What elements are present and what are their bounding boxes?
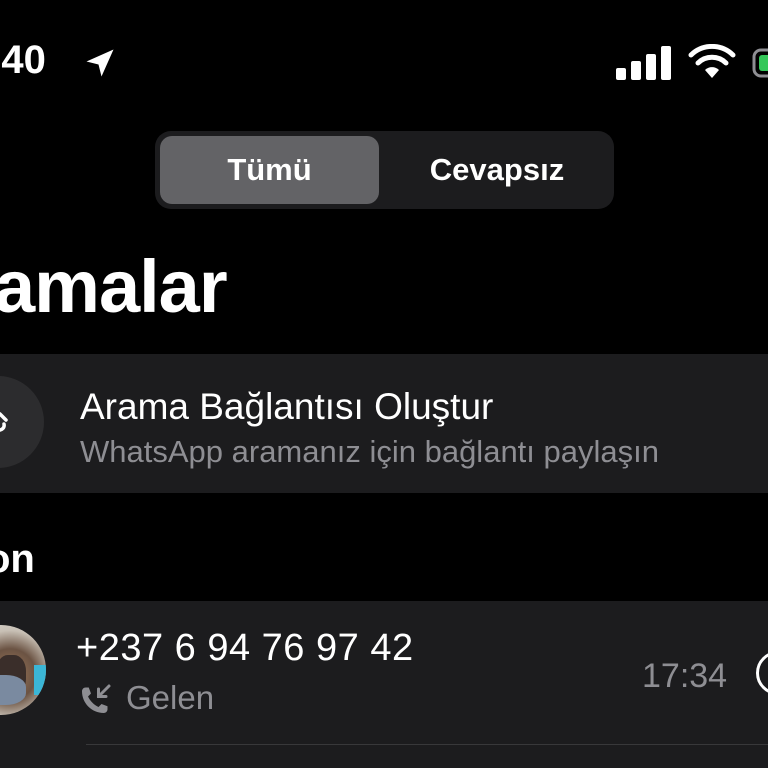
- call-list-item[interactable]: +237 6 94 76 97 42 Gelen 17:34: [0, 601, 768, 768]
- call-timestamp: 17:34: [642, 657, 728, 695]
- create-call-link-row[interactable]: Arama Bağlantısı Oluştur WhatsApp araman…: [0, 354, 768, 493]
- incoming-call-icon: [82, 684, 111, 713]
- call-link-icon-badge: [0, 376, 44, 468]
- status-time: :40: [0, 38, 46, 82]
- call-direction-label: Gelen: [126, 679, 215, 716]
- battery-icon: [752, 48, 768, 78]
- avatar: [0, 625, 46, 715]
- tab-all[interactable]: Tümü: [160, 136, 379, 204]
- location-arrow-icon: [86, 49, 114, 77]
- caller-number: +237 6 94 76 97 42: [76, 627, 414, 669]
- calls-filter-segmented-control: Tümü Cevapsız: [155, 131, 614, 209]
- calls-screen: :40 Tümü Cevapsız amalar Arama Bağlantıs: [0, 0, 768, 768]
- tab-missed[interactable]: Cevapsız: [385, 136, 609, 204]
- wifi-icon: [688, 44, 736, 78]
- row-divider: [86, 744, 768, 745]
- cellular-signal-icon: [616, 46, 671, 80]
- page-title: amalar: [0, 245, 228, 328]
- section-header: on: [0, 537, 35, 581]
- call-link-title: Arama Bağlantısı Oluştur: [80, 386, 494, 427]
- link-icon: [0, 412, 8, 432]
- call-link-subtitle: WhatsApp aramanız için bağlantı paylaşın: [80, 434, 659, 469]
- info-icon[interactable]: [756, 651, 768, 695]
